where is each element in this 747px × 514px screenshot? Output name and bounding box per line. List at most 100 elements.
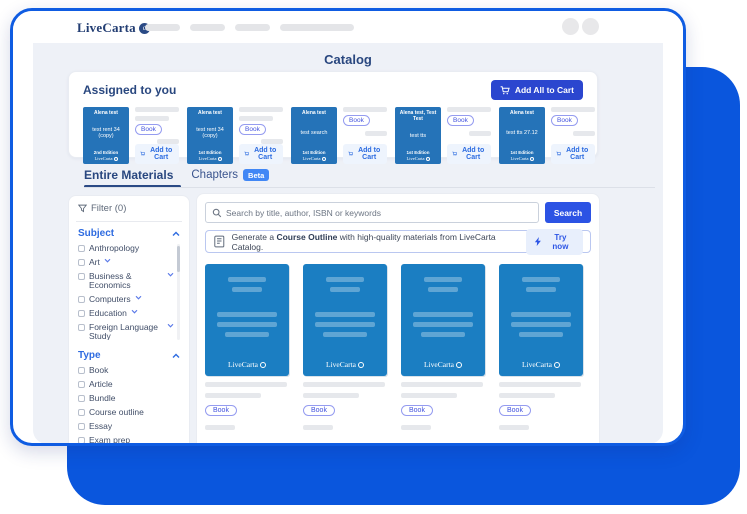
- funnel-icon: [78, 204, 87, 213]
- checkbox[interactable]: [78, 409, 85, 416]
- try-now-button[interactable]: Try now: [526, 229, 583, 255]
- text-placeholder: [239, 116, 273, 121]
- checkbox[interactable]: [78, 273, 85, 280]
- search-box: [205, 202, 539, 223]
- catalog-book-card[interactable]: LiveCarta Book: [303, 264, 387, 435]
- filter-toggle[interactable]: Filter (0): [78, 203, 180, 214]
- catalog-grid: LiveCarta Book LiveCar: [205, 264, 591, 444]
- checkbox[interactable]: [78, 395, 85, 402]
- window-header: LiveCarta c: [13, 11, 683, 43]
- book-cover: Alena test test search 1st Edition LiveC…: [291, 107, 337, 164]
- type-list: Book Article Bundle Course outline Essay…: [78, 366, 180, 444]
- book-cover: Alena test test rent 34 (copy) 1st Editi…: [187, 107, 233, 164]
- type-checkbox-exam-prep[interactable]: Exam prep: [78, 436, 180, 444]
- subject-checkbox-anthropology[interactable]: Anthropology: [78, 244, 174, 253]
- nav-placeholder[interactable]: [280, 24, 354, 31]
- add-all-to-cart-button[interactable]: Add All to Cart: [491, 80, 583, 100]
- tab-divider: [84, 187, 655, 188]
- chevron-down-icon[interactable]: [104, 258, 111, 263]
- text-placeholder: [469, 131, 491, 136]
- nav-placeholder[interactable]: [190, 24, 225, 31]
- add-to-cart-button[interactable]: Add to Cart: [447, 144, 491, 164]
- search-icon: [212, 208, 222, 218]
- catalog-book-card[interactable]: LiveCarta Book: [401, 264, 485, 435]
- assigned-panel: Assigned to you Add All to Cart Alena te…: [68, 71, 598, 158]
- book-type-badge: Book: [205, 405, 237, 416]
- text-placeholder: [303, 382, 385, 387]
- add-to-cart-button[interactable]: Add to Cart: [343, 144, 387, 164]
- subject-checkbox-business-economics[interactable]: Business & Economics: [78, 272, 174, 290]
- scrollbar-track[interactable]: [177, 244, 180, 340]
- cart-icon: [140, 150, 145, 158]
- content-area: Catalog Assigned to you Add All to Cart …: [33, 43, 663, 444]
- assigned-card[interactable]: Alena test test search 1st Edition LiveC…: [291, 107, 387, 164]
- checkbox[interactable]: [78, 310, 85, 317]
- type-checkbox-book[interactable]: Book: [78, 366, 180, 375]
- book-cover[interactable]: LiveCarta: [303, 264, 387, 376]
- type-checkbox-essay[interactable]: Essay: [78, 422, 180, 431]
- checkbox[interactable]: [78, 437, 85, 444]
- subject-checkbox-education[interactable]: Education: [78, 309, 174, 318]
- book-type-badge: Book: [499, 405, 531, 416]
- page-title: Catalog: [33, 52, 663, 67]
- chevron-down-icon[interactable]: [167, 272, 174, 277]
- assigned-card[interactable]: Alena test test rent 34 (copy) 1st Editi…: [187, 107, 283, 164]
- type-checkbox-article[interactable]: Article: [78, 380, 180, 389]
- text-placeholder: [499, 393, 555, 398]
- catalog-book-card[interactable]: LiveCarta Book: [205, 264, 289, 435]
- scrollbar-thumb[interactable]: [177, 246, 180, 272]
- header-circle-button[interactable]: [582, 18, 599, 35]
- book-type-badge: Book: [401, 405, 433, 416]
- text-placeholder: [303, 425, 333, 430]
- nav-placeholder[interactable]: [145, 24, 180, 31]
- tab-chapters[interactable]: Chapters Beta: [191, 169, 269, 181]
- subject-checkbox-foreign-language-study[interactable]: Foreign Language Study: [78, 323, 174, 340]
- text-placeholder: [205, 425, 235, 430]
- checkbox[interactable]: [78, 324, 85, 331]
- book-cover[interactable]: LiveCarta: [499, 264, 583, 376]
- search-button[interactable]: Search: [545, 202, 591, 223]
- text-placeholder: [499, 425, 529, 430]
- add-to-cart-button[interactable]: Add to Cart: [135, 144, 179, 164]
- type-checkbox-bundle[interactable]: Bundle: [78, 394, 180, 403]
- divider: [76, 221, 182, 222]
- header-circle-button[interactable]: [562, 18, 579, 35]
- document-outline-icon: [213, 235, 226, 248]
- type-section-header[interactable]: Type: [78, 350, 180, 361]
- chevron-down-icon[interactable]: [131, 309, 138, 314]
- checkbox[interactable]: [78, 259, 85, 266]
- chevron-down-icon[interactable]: [135, 295, 142, 300]
- checkbox[interactable]: [78, 381, 85, 388]
- assigned-card[interactable]: Alena test test rent 34 (copy) 2nd Editi…: [83, 107, 179, 164]
- assigned-card[interactable]: Alena test, Test Test test tts 1st Editi…: [395, 107, 491, 164]
- subject-section-header[interactable]: Subject: [78, 228, 180, 239]
- nav-placeholder[interactable]: [235, 24, 270, 31]
- subject-checkbox-computers[interactable]: Computers: [78, 295, 174, 304]
- assigned-card[interactable]: Alena test test tts 27.12 1st Edition Li…: [499, 107, 595, 164]
- add-to-cart-button[interactable]: Add to Cart: [551, 144, 595, 164]
- type-checkbox-course-outline[interactable]: Course outline: [78, 408, 180, 417]
- add-to-cart-button[interactable]: Add to Cart: [239, 144, 283, 164]
- brand-logo[interactable]: LiveCarta c: [77, 20, 150, 36]
- book-type-badge: Book: [343, 115, 370, 126]
- checkbox[interactable]: [78, 423, 85, 430]
- checkbox[interactable]: [78, 296, 85, 303]
- search-input[interactable]: [226, 208, 532, 218]
- filter-sidebar: Filter (0) Subject Anthropology Art Busi…: [68, 195, 190, 444]
- cart-icon: [244, 150, 249, 158]
- text-placeholder: [303, 393, 359, 398]
- subject-checkbox-art[interactable]: Art: [78, 258, 174, 267]
- text-placeholder: [365, 131, 387, 136]
- text-placeholder: [401, 382, 483, 387]
- book-cover[interactable]: LiveCarta: [401, 264, 485, 376]
- tab-entire-materials[interactable]: Entire Materials: [84, 168, 173, 182]
- checkbox[interactable]: [78, 367, 85, 374]
- catalog-book-card[interactable]: LiveCarta Book: [499, 264, 583, 435]
- chevron-up-icon: [172, 231, 180, 237]
- checkbox[interactable]: [78, 245, 85, 252]
- book-cover[interactable]: LiveCarta: [205, 264, 289, 376]
- brand-circle-icon: [358, 362, 364, 368]
- chevron-down-icon[interactable]: [167, 323, 174, 328]
- cart-icon: [556, 150, 561, 158]
- cover-brand: LiveCarta: [303, 360, 387, 369]
